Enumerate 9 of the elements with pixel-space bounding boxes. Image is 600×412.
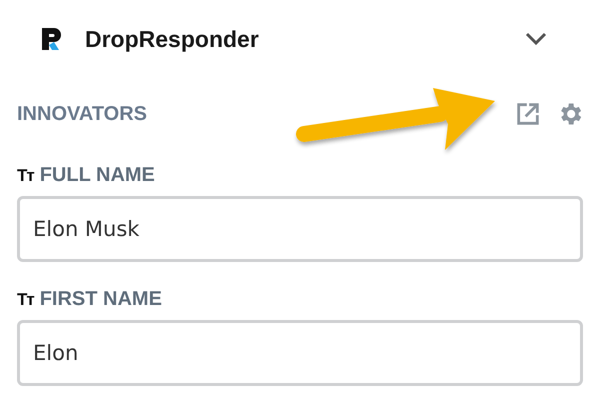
input-field[interactable]: Elon — [17, 320, 583, 386]
section-title: INNOVATORS — [17, 102, 148, 126]
text-type-icon: Tᴛ — [17, 166, 34, 186]
field-label: FULL NAME — [40, 164, 155, 187]
chevron-down-icon[interactable] — [525, 32, 547, 46]
text-type-icon: Tᴛ — [17, 290, 34, 310]
input-field[interactable]: Elon Musk — [17, 196, 583, 262]
field-label: FIRST NAME — [40, 288, 162, 311]
app-name: DropResponder — [85, 26, 260, 52]
